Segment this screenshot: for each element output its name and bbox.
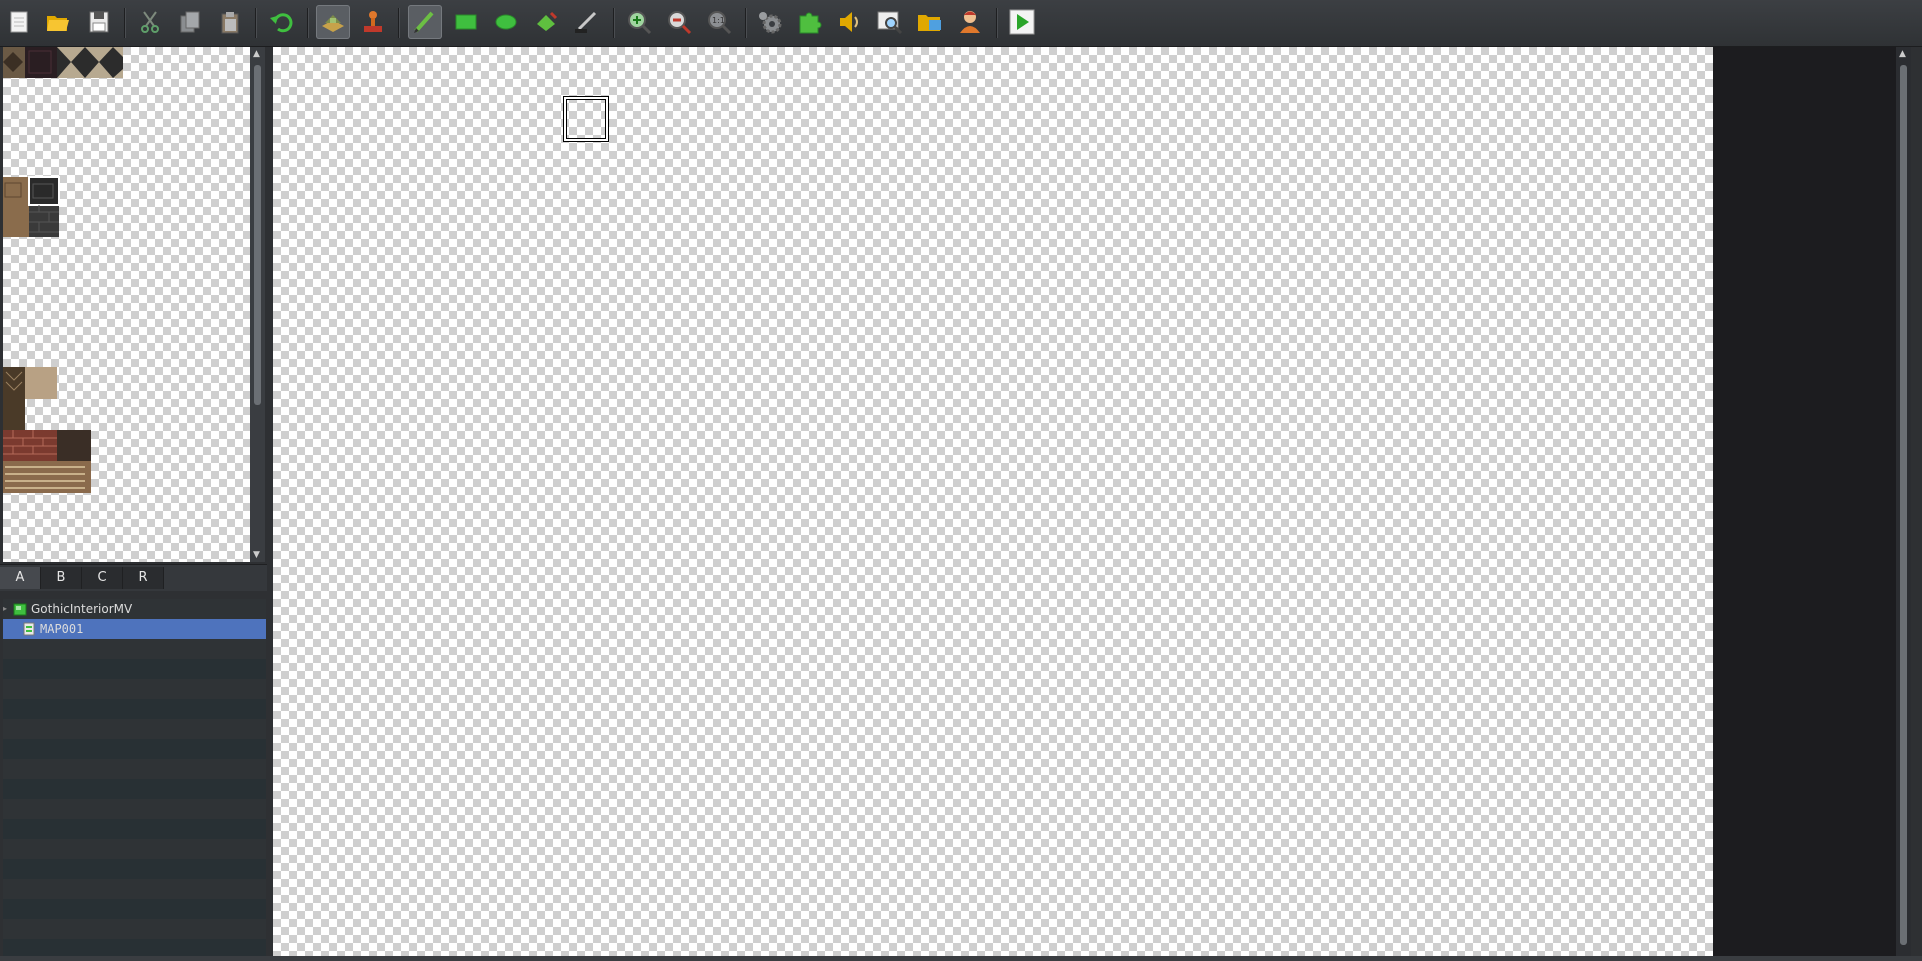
tile-cursor (563, 96, 609, 142)
puzzle-icon (799, 12, 822, 34)
zoom-actual-size-icon: 1:1 (708, 11, 732, 35)
map-layer-icon (322, 15, 344, 32)
map-scroll-up-icon[interactable]: ▲ (1899, 49, 1906, 59)
save-icon (89, 11, 109, 33)
zoom-in-icon (628, 11, 652, 35)
folder-open-icon (47, 16, 69, 31)
speaker-icon (840, 12, 858, 32)
open-project-button[interactable] (41, 5, 75, 39)
scissors-icon (141, 11, 159, 33)
tileset-scroll-thumb[interactable] (254, 65, 261, 405)
map-mode-button[interactable] (316, 5, 350, 39)
project-icon (13, 602, 27, 616)
event-mode-button[interactable] (356, 5, 390, 39)
shadow-pen-icon (575, 11, 597, 33)
event-stamp-icon (364, 11, 382, 32)
playtest-button[interactable] (1005, 5, 1039, 39)
tree-expand-icon[interactable]: ▸ (3, 599, 7, 619)
cut-button[interactable] (133, 5, 167, 39)
paint-bucket-icon (537, 11, 558, 31)
undo-button[interactable] (265, 5, 299, 39)
pencil-icon (414, 11, 434, 33)
database-button[interactable] (753, 5, 787, 39)
character-icon (960, 11, 980, 33)
new-project-button[interactable] (2, 5, 36, 39)
shadow-pen-button[interactable] (569, 5, 603, 39)
actual-size-button[interactable]: 1:1 (702, 5, 736, 39)
plugin-manager-button[interactable] (793, 5, 827, 39)
toolbar: 1:1 (0, 0, 1922, 47)
rectangle-tool-button[interactable] (449, 5, 483, 39)
resource-manager-button[interactable] (913, 5, 947, 39)
clipboard-icon (221, 12, 239, 34)
play-icon (1009, 9, 1035, 35)
scroll-down-icon[interactable]: ▼ (253, 550, 260, 560)
zoom-out-button[interactable] (662, 5, 696, 39)
character-generator-button[interactable] (953, 5, 987, 39)
map-tree[interactable]: ▸ GothicInteriorMV MAP001 (3, 599, 266, 956)
tileset-tabs: A B C R (0, 564, 267, 591)
save-project-button[interactable] (82, 5, 116, 39)
map-outside-area (1713, 47, 1896, 957)
tab-b[interactable]: B (41, 567, 82, 589)
rectangle-icon (455, 14, 477, 30)
sound-test-button[interactable] (833, 5, 867, 39)
zoom-in-button[interactable] (622, 5, 656, 39)
resource-folder-icon (918, 15, 941, 31)
ellipse-tool-button[interactable] (489, 5, 523, 39)
tileset-scrollbar[interactable]: ▲ ▼ (250, 47, 265, 562)
gear-icon (759, 12, 782, 34)
zoom-out-icon (668, 11, 692, 35)
ellipse-icon (495, 14, 517, 30)
tree-item-map001[interactable]: MAP001 (3, 619, 266, 639)
tileset-graphics (3, 47, 123, 493)
map-scroll-thumb[interactable] (1900, 65, 1907, 945)
search-window-icon (877, 11, 903, 35)
new-file-icon (10, 11, 28, 33)
pencil-tool-button[interactable] (408, 5, 442, 39)
map-scrollbar[interactable]: ▲ (1896, 47, 1911, 956)
svg-text:1:1: 1:1 (712, 16, 725, 25)
paste-button[interactable] (213, 5, 247, 39)
tab-c[interactable]: C (82, 567, 123, 589)
map-canvas[interactable] (273, 47, 1713, 957)
fill-tool-button[interactable] (529, 5, 563, 39)
tab-a[interactable]: A (0, 567, 41, 589)
event-search-button[interactable] (873, 5, 907, 39)
tree-project-root[interactable]: ▸ GothicInteriorMV (3, 599, 266, 619)
tileset-palette[interactable] (3, 47, 250, 562)
undo-icon (270, 13, 293, 33)
map-icon (23, 622, 35, 636)
tab-r[interactable]: R (123, 567, 164, 589)
scroll-up-icon[interactable]: ▲ (253, 49, 260, 59)
copy-button[interactable] (173, 5, 207, 39)
status-bar (0, 956, 1922, 961)
map-name: MAP001 (40, 622, 84, 636)
project-name: GothicInteriorMV (31, 602, 133, 616)
copy-icon (180, 11, 200, 33)
